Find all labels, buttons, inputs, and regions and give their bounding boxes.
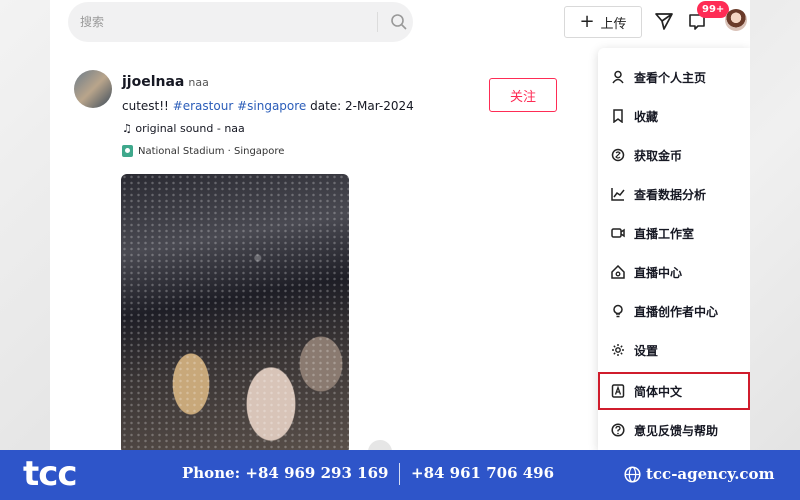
menu-item-label: 直播工作室: [634, 226, 695, 241]
person-icon: [610, 69, 626, 85]
menu-item-get-coins[interactable]: 获取金币: [598, 136, 750, 174]
post-author-avatar[interactable]: [74, 70, 112, 108]
banner-divider: [399, 463, 400, 485]
location-pin-icon: [122, 145, 133, 157]
music-note-icon: ♫: [122, 122, 136, 135]
upload-label: 上传: [600, 16, 627, 32]
search-divider: [377, 12, 378, 32]
menu-item-label: 直播创作者中心: [634, 304, 719, 319]
nickname-text: naa: [188, 76, 209, 89]
post-caption: cutest!! #erastour #singapore date: 2-Ma…: [122, 99, 414, 113]
search-bar[interactable]: 搜索: [68, 2, 413, 42]
music-link[interactable]: ♫ original sound - naa: [122, 122, 245, 135]
caption-prefix: cutest!!: [122, 99, 173, 113]
gear-icon: [610, 342, 626, 358]
phone-number-2: +84 961 706 496: [411, 464, 555, 482]
menu-item-label: 意见反馈与帮助: [634, 423, 719, 438]
menu-item-settings[interactable]: 设置: [598, 331, 750, 369]
post-username[interactable]: jjoelnaa naa: [122, 74, 209, 90]
coin-icon: [610, 147, 626, 163]
menu-item-label: 获取金币: [634, 148, 683, 163]
location-text[interactable]: National Stadium · Singapore: [138, 146, 284, 157]
caption-suffix: date: 2-Mar-2024: [306, 99, 414, 113]
plus-icon: +: [579, 11, 595, 32]
notification-badge: 99+: [697, 1, 730, 18]
follow-button[interactable]: 关注: [489, 78, 557, 112]
menu-item-analytics[interactable]: 查看数据分析: [598, 175, 750, 213]
website-link[interactable]: tcc-agency.com: [646, 465, 774, 483]
contact-banner: tcc Phone: +84 969 293 169 +84 961 706 4…: [0, 450, 800, 500]
bookmark-icon: [610, 108, 626, 124]
menu-item-label: 查看个人主页: [634, 70, 707, 85]
top-bar: 搜索 + 上传 99+: [50, 0, 750, 48]
language-icon: [610, 383, 626, 399]
hashtag-link[interactable]: #singapore: [237, 99, 306, 113]
profile-dropdown-menu: 查看个人主页 收藏 获取金币 查看数据分析 直播工作室 直播中心 直播创作者中心: [598, 48, 750, 450]
live-studio-icon: [610, 225, 626, 241]
profile-avatar[interactable]: [725, 9, 747, 31]
menu-item-label: 直播中心: [634, 265, 683, 280]
menu-item-label: 简体中文: [634, 384, 683, 399]
analytics-icon: [610, 186, 626, 202]
live-center-icon: [610, 264, 626, 280]
menu-item-label: 收藏: [634, 109, 659, 124]
menu-item-language[interactable]: 简体中文: [598, 372, 750, 410]
menu-item-favorites[interactable]: 收藏: [598, 97, 750, 135]
search-icon[interactable]: [390, 13, 408, 31]
menu-item-feedback-help[interactable]: 意见反馈与帮助: [598, 411, 750, 449]
menu-item-live-studio[interactable]: 直播工作室: [598, 214, 750, 252]
phone-number-1: Phone: +84 969 293 169: [182, 464, 389, 482]
globe-icon: [624, 466, 641, 483]
scroll-button[interactable]: [368, 440, 392, 450]
username-text[interactable]: jjoelnaa: [122, 74, 184, 90]
search-input[interactable]: 搜索: [80, 13, 104, 30]
lightbulb-icon: [610, 303, 626, 319]
upload-button[interactable]: + 上传: [564, 6, 642, 38]
menu-item-live-creator-center[interactable]: 直播创作者中心: [598, 292, 750, 330]
tiktok-window: 搜索 + 上传 99+ jjoelnaa naa cutest!! #erasto…: [50, 0, 750, 450]
video-player[interactable]: [121, 174, 349, 450]
location-tag[interactable]: National Stadium · Singapore: [122, 145, 284, 157]
tcc-logo: tcc: [23, 454, 78, 494]
music-title[interactable]: original sound - naa: [135, 122, 244, 135]
menu-item-live-center[interactable]: 直播中心: [598, 253, 750, 291]
menu-item-label: 设置: [634, 343, 659, 358]
send-icon[interactable]: [654, 11, 674, 31]
hashtag-link[interactable]: #erastour: [173, 99, 234, 113]
menu-item-label: 查看数据分析: [634, 187, 707, 202]
help-icon: [610, 422, 626, 438]
menu-item-view-profile[interactable]: 查看个人主页: [598, 58, 750, 96]
